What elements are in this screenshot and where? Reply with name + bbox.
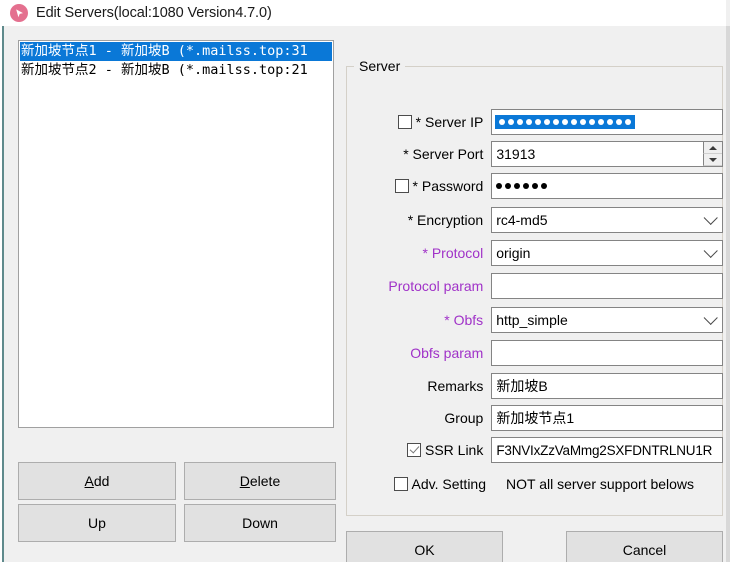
list-item[interactable]: 新加坡节点2 - 新加坡B (*.mailss.top:21 [20,61,332,80]
dialog-client-area: 新加坡节点1 - 新加坡B (*.mailss.top:31 新加坡节点2 - … [4,26,726,562]
server-ip-checkbox[interactable] [397,115,412,129]
delete-button-accel: D [239,473,250,489]
adv-setting-label: Adv. Setting [411,476,486,492]
field-row-protocol: * Protocol origin [346,239,723,267]
obfs-param-input[interactable] [491,340,723,366]
obfs-value: http_simple [496,312,568,328]
chevron-down-icon [703,210,718,225]
server-ip-label: * Server IP [415,114,484,130]
server-port-value: 31913 [496,146,536,162]
protocol-param-input[interactable] [491,273,723,299]
server-ip-checkbox-wrap[interactable]: * Server IP [346,114,491,130]
field-row-ssr-link: SSR Link F3NVIxZzVaMmg2SXFDNTRLNU1R [346,436,723,464]
list-item[interactable]: 新加坡节点1 - 新加坡B (*.mailss.top:31 [20,42,332,61]
triangle-up-icon [709,145,717,150]
remarks-label: Remarks [427,378,484,394]
obfs-param-label: Obfs param [410,345,484,361]
protocol-combobox[interactable]: origin [491,240,723,266]
adv-setting-note: NOT all server support belows [506,476,695,492]
spinner-up-button[interactable] [703,142,722,154]
field-row-obfs: * Obfs http_simple [346,306,723,334]
chevron-down-icon [703,243,718,258]
spinner-down-button[interactable] [703,154,722,166]
obfs-combobox[interactable]: http_simple [491,307,723,333]
adv-setting-checkbox[interactable] [393,477,408,491]
adv-setting-checkbox-wrap[interactable]: Adv. Setting [346,476,494,492]
protocol-value: origin [496,245,531,261]
delete-button-label: elete [249,473,281,489]
ssr-link-input[interactable]: F3NVIxZzVaMmg2SXFDNTRLNU1R [491,437,723,463]
encryption-label: * Encryption [407,212,484,228]
protocol-param-label: Protocol param [388,278,484,294]
remarks-value: 新加坡B [496,378,548,394]
password-checkbox[interactable] [394,179,409,193]
edit-servers-window: Edit Servers(local:1080 Version4.7.0) 新加… [0,0,730,562]
encryption-combobox[interactable]: rc4-md5 [491,207,723,233]
group-input[interactable]: 新加坡节点1 [491,405,723,431]
field-row-server-port: * Server Port 31913 [346,140,723,168]
field-row-adv-setting: Adv. Setting NOT all server support belo… [346,470,723,498]
password-label: * Password [412,178,484,194]
field-row-group: Group 新加坡节点1 [346,404,723,432]
field-row-remarks: Remarks 新加坡B [346,372,723,400]
server-port-input[interactable]: 31913 [491,141,723,167]
field-row-password: * Password [346,172,723,200]
title-bar: Edit Servers(local:1080 Version4.7.0) [4,0,726,26]
server-groupbox-title: Server [354,58,406,74]
field-row-server-ip: * Server IP [346,108,723,136]
window-title: Edit Servers(local:1080 Version4.7.0) [36,5,272,21]
server-port-spinner[interactable] [703,142,722,166]
ssr-link-value: F3NVIxZzVaMmg2SXFDNTRLNU1R [496,442,713,458]
ssr-link-checkbox-wrap[interactable]: SSR Link [346,442,491,458]
field-row-obfs-param: Obfs param [346,339,723,367]
ok-button[interactable]: OK [346,531,503,562]
group-label: Group [444,410,484,426]
field-row-protocol-param: Protocol param [346,272,723,300]
ssr-link-checkbox[interactable] [406,443,421,457]
server-port-label: * Server Port [403,146,484,162]
move-down-button[interactable]: Down [184,504,336,542]
delete-button[interactable]: Delete [184,462,336,500]
cancel-button[interactable]: Cancel [566,531,723,562]
server-ip-masked-value [495,115,636,129]
protocol-label: * Protocol [422,245,484,261]
add-button-accel: A [84,473,94,489]
field-row-encryption: * Encryption rc4-md5 [346,206,723,234]
password-masked-value [496,183,548,189]
password-checkbox-wrap[interactable]: * Password [346,178,491,194]
ssr-link-label: SSR Link [424,442,484,458]
encryption-value: rc4-md5 [496,212,548,228]
add-button[interactable]: Add [18,462,176,500]
password-input[interactable] [491,173,723,199]
server-ip-input[interactable] [491,109,723,135]
triangle-down-icon [709,157,717,162]
remarks-input[interactable]: 新加坡B [491,373,723,399]
move-up-button[interactable]: Up [18,504,176,542]
window-right-edge [726,26,730,562]
ssr-app-icon [10,4,28,22]
obfs-label: * Obfs [444,312,484,328]
server-list[interactable]: 新加坡节点1 - 新加坡B (*.mailss.top:31 新加坡节点2 - … [18,40,334,428]
group-value: 新加坡节点1 [496,410,575,426]
chevron-down-icon [703,310,718,325]
add-button-label: dd [93,473,110,489]
